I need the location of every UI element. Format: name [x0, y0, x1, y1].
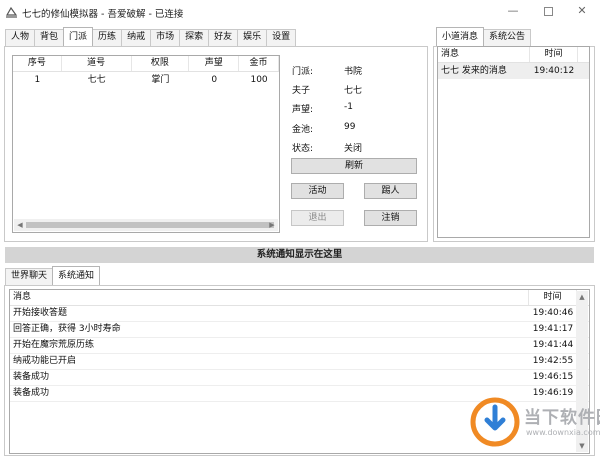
main-tab-bar: 人物 背包 门派 历练 纳戒 市场 探索 好友 娱乐 设置	[5, 27, 297, 46]
cell-message: 装备成功	[13, 388, 50, 398]
maximize-button[interactable]	[531, 0, 565, 24]
prestige-value: -1	[344, 102, 353, 112]
scroll-right-icon[interactable]: ▶	[266, 219, 278, 231]
kick-button[interactable]: 踢人	[364, 183, 417, 199]
system-notice-banner: 系统通知显示在这里	[5, 247, 594, 263]
cell-message: 回答正确，获得 3小时寿命	[13, 324, 121, 334]
col-gold[interactable]: 金币	[239, 56, 279, 71]
tab-friends[interactable]: 好友	[208, 29, 239, 46]
watermark-name: 当下软件园	[524, 408, 600, 428]
tab-settings[interactable]: 设置	[266, 29, 297, 46]
cell-message: 七七 发来的消息	[441, 66, 507, 76]
table-row[interactable]: 七七 发来的消息 19:40:12	[438, 63, 589, 79]
master-label: 夫子	[292, 86, 311, 96]
table-row[interactable]: 1 七七 掌门 0 100	[13, 72, 279, 88]
window-title: 七七的修仙模拟器 - 吾爱破解 - 已连接	[22, 9, 184, 20]
scrollbar-thumb[interactable]	[26, 222, 274, 228]
tab-system-notice[interactable]: 系统通知	[52, 266, 101, 285]
refresh-button[interactable]: 刷新	[291, 158, 417, 174]
title-bar: 七七的修仙模拟器 - 吾爱破解 - 已连接 — ✕	[0, 0, 600, 26]
col-name[interactable]: 道号	[62, 56, 132, 71]
table-row[interactable]: 回答正确，获得 3小时寿命 19:41:17	[10, 322, 589, 338]
app-icon	[5, 6, 18, 18]
cell-time: 19:42:55	[532, 356, 574, 366]
cell-time: 19:46:15	[532, 372, 574, 382]
cell-time: 19:41:44	[532, 340, 574, 350]
col-index[interactable]: 序号	[13, 56, 62, 71]
col-prestige[interactable]: 声望	[189, 56, 240, 71]
close-button[interactable]: ✕	[565, 0, 599, 24]
cell-message: 装备成功	[13, 372, 50, 382]
cell-time: 19:41:17	[532, 324, 574, 334]
tab-entertainment[interactable]: 娱乐	[237, 29, 268, 46]
gossip-table-header: 消息 时间	[438, 47, 589, 63]
col-time[interactable]: 时间	[530, 47, 578, 62]
table-row[interactable]: 纳戒功能已开启 19:42:55	[10, 354, 589, 370]
gold-pool-value: 99	[344, 122, 356, 132]
quit-button[interactable]: 退出	[291, 210, 344, 226]
col-message[interactable]: 消息	[438, 47, 530, 62]
prestige-label: 声望:	[292, 105, 314, 115]
sect-name-value: 书院	[344, 67, 363, 77]
col-role[interactable]: 权限	[132, 56, 190, 71]
scroll-left-icon[interactable]: ◀	[14, 219, 26, 231]
table-row[interactable]: 开始在魔宗荒原历练 19:41:44	[10, 338, 589, 354]
cell-gold: 100	[250, 75, 268, 85]
master-value: 七七	[344, 86, 363, 96]
status-value: 关闭	[344, 144, 363, 154]
col-message[interactable]: 消息	[10, 290, 529, 305]
table-row[interactable]: 开始接收答题 19:40:46	[10, 306, 589, 322]
right-tab-bar: 小道消息 系统公告	[436, 27, 532, 46]
tab-backpack[interactable]: 背包	[34, 29, 65, 46]
horizontal-scrollbar[interactable]: ◀ ▶	[14, 219, 278, 231]
tab-ring[interactable]: 纳戒	[121, 29, 152, 46]
minimize-button[interactable]: —	[496, 0, 530, 24]
gossip-table[interactable]: 消息 时间 七七 发来的消息 19:40:12	[437, 46, 590, 238]
tab-character[interactable]: 人物	[5, 29, 36, 46]
member-table-header: 序号 道号 权限 声望 金币	[13, 56, 279, 72]
cell-time: 19:40:46	[532, 308, 574, 318]
cell-message: 开始在魔宗荒原历练	[13, 340, 95, 350]
scroll-up-icon[interactable]: ▲	[576, 291, 588, 303]
notice-table-header: 消息 时间	[10, 290, 589, 306]
table-row[interactable]: 装备成功 19:46:15	[10, 370, 589, 386]
status-label: 状态:	[292, 144, 314, 154]
watermark: 当下软件园 www.downxia.com	[470, 397, 600, 455]
watermark-url: www.downxia.com	[526, 428, 600, 437]
cell-prestige: 0	[211, 75, 218, 85]
bottom-tab-bar: 世界聊天 系统通知	[5, 266, 101, 285]
tab-world-chat[interactable]: 世界聊天	[5, 268, 54, 285]
cell-name: 七七	[87, 75, 106, 85]
cell-time: 19:40:12	[533, 66, 575, 76]
col-time[interactable]: 时间	[529, 290, 577, 305]
member-table[interactable]: 序号 道号 权限 声望 金币 1 七七 掌门 0 100 ◀ ▶	[12, 55, 280, 233]
maximize-icon	[543, 7, 553, 16]
cell-role: 掌门	[151, 75, 170, 85]
tab-sect[interactable]: 门派	[63, 27, 94, 46]
sect-name-label: 门派:	[292, 67, 314, 77]
cell-message: 纳戒功能已开启	[13, 356, 77, 366]
dissolve-button[interactable]: 注销	[364, 210, 417, 226]
tab-explore[interactable]: 探索	[179, 29, 210, 46]
gold-pool-label: 金池:	[292, 125, 314, 135]
tab-system-announcement[interactable]: 系统公告	[483, 29, 532, 46]
activity-button[interactable]: 活动	[291, 183, 344, 199]
tab-gossip[interactable]: 小道消息	[436, 27, 485, 46]
tab-market[interactable]: 市场	[150, 29, 181, 46]
tab-training[interactable]: 历练	[92, 29, 123, 46]
cell-index: 1	[34, 75, 41, 85]
downxia-logo-icon	[470, 397, 520, 447]
cell-message: 开始接收答题	[13, 308, 68, 318]
